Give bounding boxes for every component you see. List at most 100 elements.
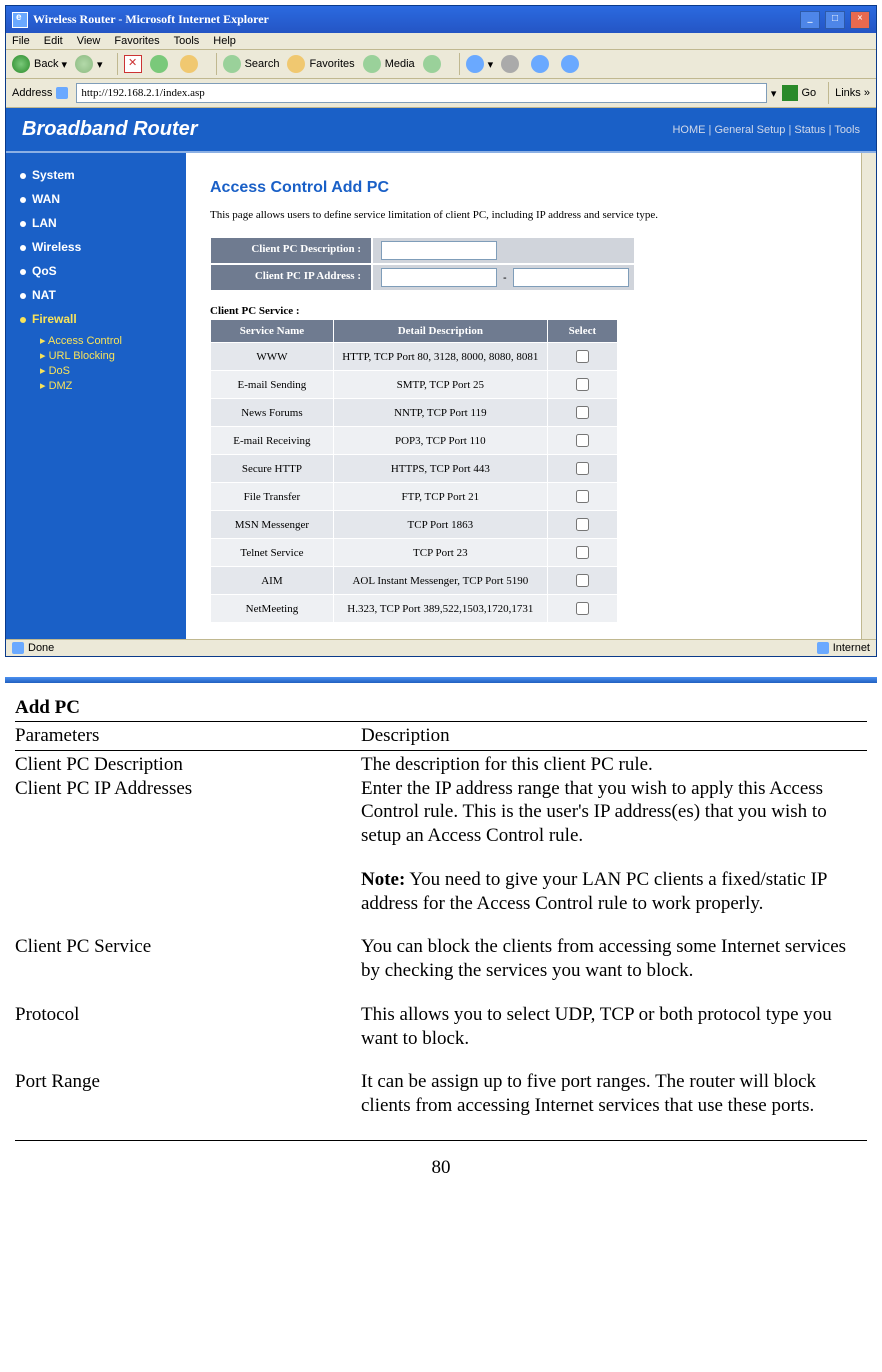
param-row: Client PC IP AddressesEnter the IP addre… [15, 777, 867, 848]
status-done: Done [28, 642, 54, 654]
addressbar: Address ▾ Go Links » [6, 79, 876, 108]
svc-checkbox[interactable] [576, 490, 589, 503]
table-row: E-mail SendingSMTP, TCP Port 25 [211, 371, 618, 399]
sidebar-item-wireless[interactable]: Wireless [6, 235, 186, 259]
history-button[interactable] [423, 55, 445, 73]
search-icon [223, 55, 241, 73]
refresh-button[interactable] [150, 55, 172, 73]
mail-button[interactable]: ▾ [466, 55, 494, 73]
param-name: Client PC Service [15, 935, 361, 983]
minimize-button[interactable]: _ [800, 11, 820, 29]
discuss-icon [561, 55, 579, 73]
menubar: File Edit View Favorites Tools Help [6, 33, 876, 50]
params-table: Parameters Description [15, 724, 867, 748]
ie-icon [12, 12, 28, 28]
sub-dmz[interactable]: DMZ [40, 378, 186, 393]
star-icon [287, 55, 305, 73]
svc-desc: FTP, TCP Port 21 [333, 483, 547, 511]
go-button[interactable]: Go [782, 85, 816, 101]
menu-tools[interactable]: Tools [174, 35, 200, 47]
forward-icon [75, 55, 93, 73]
links-label[interactable]: Links [835, 87, 861, 99]
home-button[interactable] [180, 55, 202, 73]
input-pc-desc[interactable] [381, 241, 497, 260]
content: Access Control Add PC This page allows u… [186, 153, 876, 639]
param-name: Port Range [15, 1070, 361, 1118]
svc-checkbox[interactable] [576, 518, 589, 531]
toolbar: Back ▾ ▾ ✕ Search Favorites Media ▾ [6, 50, 876, 79]
forward-button[interactable]: ▾ [75, 55, 103, 73]
svc-desc: TCP Port 23 [333, 539, 547, 567]
router-header: Broadband Router HOME | General Setup | … [6, 108, 876, 151]
menu-file[interactable]: File [12, 35, 30, 47]
svc-checkbox[interactable] [576, 546, 589, 559]
favorites-button[interactable]: Favorites [287, 55, 354, 73]
svc-name: News Forums [211, 399, 334, 427]
svc-checkbox[interactable] [576, 462, 589, 475]
table-row: Secure HTTPHTTPS, TCP Port 443 [211, 455, 618, 483]
edit-button[interactable] [531, 55, 553, 73]
param-row: Client PC DescriptionThe description for… [15, 753, 867, 777]
table-row: MSN MessengerTCP Port 1863 [211, 511, 618, 539]
svc-checkbox[interactable] [576, 378, 589, 391]
sub-dos[interactable]: DoS [40, 363, 186, 378]
topnav[interactable]: HOME | General Setup | Status | Tools [672, 124, 860, 136]
param-row: Note: You need to give your LAN PC clien… [15, 868, 867, 916]
close-button[interactable]: × [850, 11, 870, 29]
address-input[interactable] [76, 83, 767, 103]
search-button[interactable]: Search [223, 55, 280, 73]
svc-checkbox[interactable] [576, 574, 589, 587]
sub-access-control[interactable]: Access Control [40, 333, 186, 348]
discuss-button[interactable] [561, 55, 583, 73]
sidebar-item-system[interactable]: System [6, 163, 186, 187]
svc-name: AIM [211, 567, 334, 595]
svc-name: E-mail Receiving [211, 427, 334, 455]
svc-desc: AOL Instant Messenger, TCP Port 5190 [333, 567, 547, 595]
label-pc-desc: Client PC Description : [210, 237, 372, 264]
input-ip-to[interactable] [513, 268, 629, 287]
window-title: Wireless Router - Microsoft Internet Exp… [33, 12, 269, 27]
print-button[interactable] [501, 55, 523, 73]
param-row: Client PC ServiceYou can block the clien… [15, 935, 867, 983]
ip-sep: - [503, 272, 507, 284]
stop-button[interactable]: ✕ [124, 55, 142, 73]
menu-view[interactable]: View [77, 35, 101, 47]
table-row: File TransferFTP, TCP Port 21 [211, 483, 618, 511]
svc-name: Secure HTTP [211, 455, 334, 483]
sidebar-item-firewall[interactable]: Firewall [6, 307, 186, 331]
menu-favorites[interactable]: Favorites [114, 35, 159, 47]
sidebar-item-qos[interactable]: QoS [6, 259, 186, 283]
sidebar-item-wan[interactable]: WAN [6, 187, 186, 211]
param-desc: Note: You need to give your LAN PC clien… [361, 868, 867, 916]
menu-edit[interactable]: Edit [44, 35, 63, 47]
doc-title: Add PC [15, 697, 867, 719]
param-desc: Enter the IP address range that you wish… [361, 777, 867, 848]
param-desc: It can be assign up to five port ranges.… [361, 1070, 867, 1118]
sidebar-item-nat[interactable]: NAT [6, 283, 186, 307]
hdr-description: Description [361, 724, 867, 748]
param-name: Client PC Description [15, 753, 361, 777]
svc-desc: TCP Port 1863 [333, 511, 547, 539]
svc-checkbox[interactable] [576, 406, 589, 419]
table-row: E-mail ReceivingPOP3, TCP Port 110 [211, 427, 618, 455]
address-dropdown[interactable]: ▾ [771, 87, 777, 100]
input-ip-from[interactable] [381, 268, 497, 287]
maximize-button[interactable]: □ [825, 11, 845, 29]
svc-desc: H.323, TCP Port 389,522,1503,1720,1731 [333, 595, 547, 623]
svc-checkbox[interactable] [576, 434, 589, 447]
svc-checkbox[interactable] [576, 602, 589, 615]
table-row: Telnet ServiceTCP Port 23 [211, 539, 618, 567]
sidebar-item-lan[interactable]: LAN [6, 211, 186, 235]
page-desc: This page allows users to define service… [210, 209, 838, 221]
svc-desc: HTTP, TCP Port 80, 3128, 8000, 8080, 808… [333, 343, 547, 371]
menu-help[interactable]: Help [213, 35, 236, 47]
svc-name: Telnet Service [211, 539, 334, 567]
param-name: Protocol [15, 1003, 361, 1051]
media-button[interactable]: Media [363, 55, 415, 73]
svc-checkbox[interactable] [576, 350, 589, 363]
svc-desc: POP3, TCP Port 110 [333, 427, 547, 455]
scrollbar[interactable] [861, 153, 876, 639]
back-button[interactable]: Back ▾ [12, 55, 67, 73]
sub-url-blocking[interactable]: URL Blocking [40, 348, 186, 363]
param-name: Client PC IP Addresses [15, 777, 361, 848]
